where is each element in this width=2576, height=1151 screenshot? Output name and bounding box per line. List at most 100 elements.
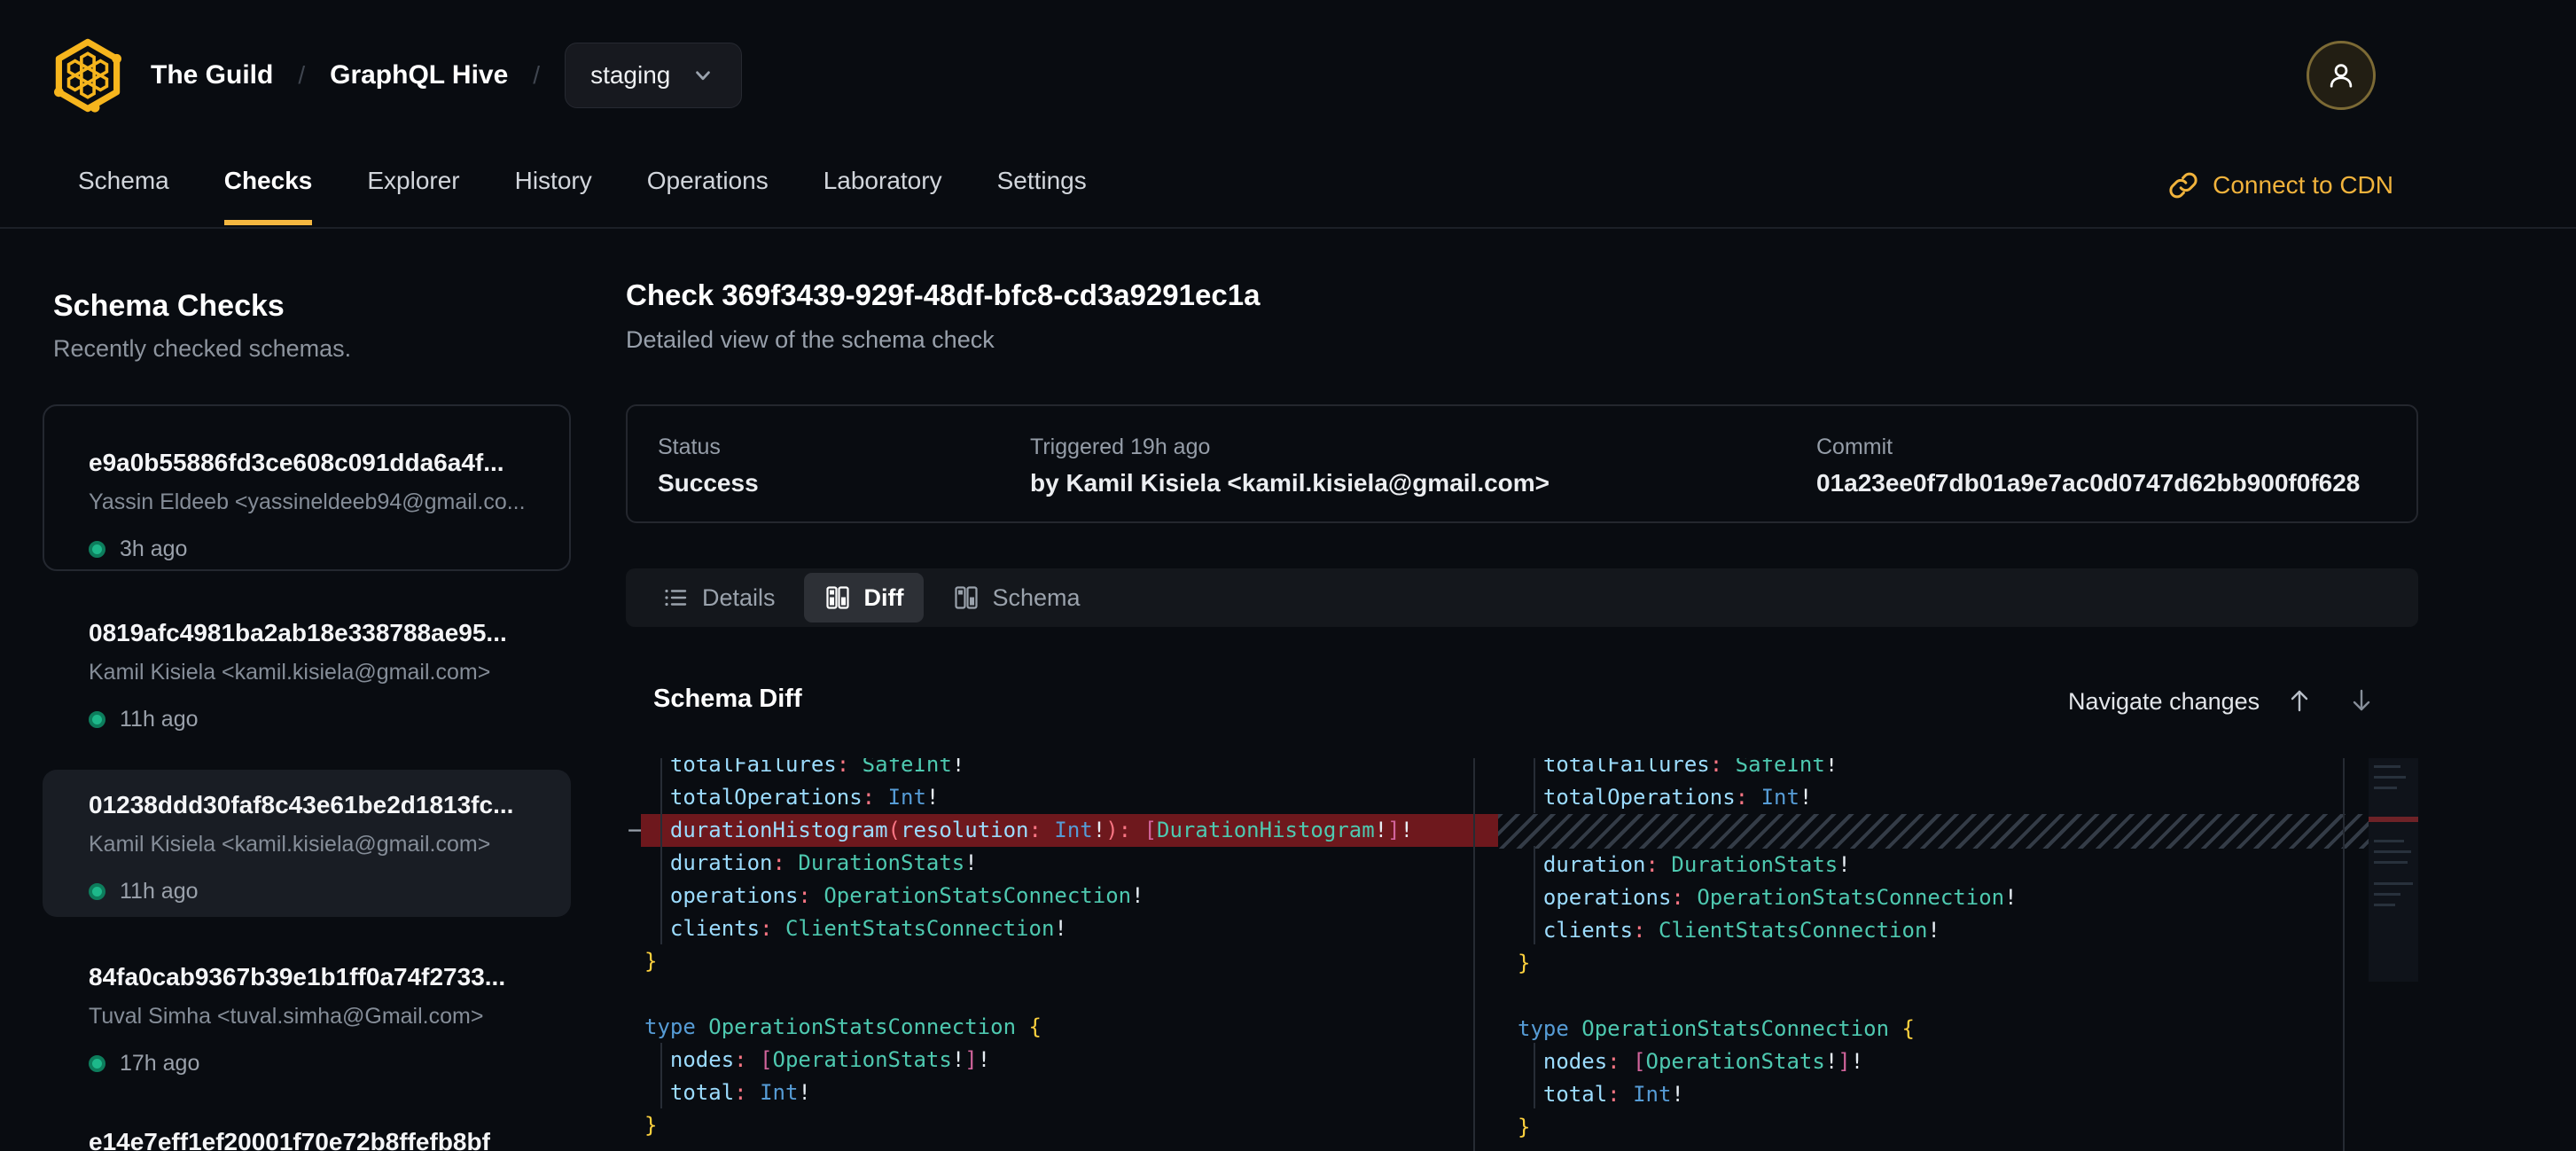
check-author: Kamil Kisiela <kamil.kisiela@gmail.com> bbox=[89, 660, 550, 685]
columns-icon bbox=[952, 583, 980, 612]
check-list-item[interactable]: e9a0b55886fd3ce608c091dda6a4f... Yassin … bbox=[89, 449, 550, 562]
tab-history[interactable]: History bbox=[515, 167, 592, 225]
guild-hive-logo-icon[interactable] bbox=[50, 37, 126, 114]
check-view-tabbar: Details Diff Schema bbox=[626, 568, 2418, 627]
main-nav: Schema Checks Explorer History Operation… bbox=[78, 167, 1087, 225]
project-name[interactable]: GraphQL Hive bbox=[330, 60, 508, 90]
check-hash: 84fa0cab9367b39e1b1ff0a74f2733... bbox=[89, 963, 550, 991]
tab-label: Laboratory bbox=[824, 167, 942, 194]
breadcrumb: The Guild / GraphQL Hive / staging bbox=[50, 35, 742, 115]
triggered-value: by Kamil Kisiela <kamil.kisiela@gmail.co… bbox=[1030, 469, 1550, 497]
list-icon bbox=[661, 583, 690, 612]
code-line: total: Int! bbox=[644, 1077, 1498, 1109]
tab-operations[interactable]: Operations bbox=[647, 167, 769, 225]
diff-modified-pane[interactable]: totalFailures: SafeInt! totalOperations:… bbox=[1498, 758, 2369, 1151]
modified-code: totalFailures: SafeInt! totalOperations:… bbox=[1498, 758, 2369, 1144]
code-line: total: Int! bbox=[1518, 1078, 2369, 1111]
user-avatar[interactable] bbox=[2307, 41, 2376, 110]
code-line: totalOperations: Int! bbox=[644, 781, 1498, 814]
page-subtitle: Detailed view of the schema check bbox=[626, 326, 995, 354]
status-value: Success bbox=[658, 469, 759, 497]
removed-line-marker: − bbox=[628, 814, 642, 847]
code-line: } bbox=[644, 1109, 1498, 1142]
tab-laboratory[interactable]: Laboratory bbox=[824, 167, 942, 225]
tab-checks[interactable]: Checks bbox=[224, 167, 313, 225]
schema-diff-editor: − totalFailures: SafeInt! totalOperation… bbox=[626, 758, 2418, 1151]
org-name[interactable]: The Guild bbox=[151, 60, 273, 90]
chevron-down-icon bbox=[690, 62, 716, 89]
status-dot bbox=[89, 883, 105, 900]
tab-label: Schema bbox=[78, 167, 169, 194]
tab-label: Checks bbox=[224, 167, 313, 194]
status-dot bbox=[89, 1055, 105, 1072]
check-list-item[interactable]: e14e7eff1ef20001f70e72b8ffefb8bf bbox=[89, 1128, 550, 1151]
tab-diff[interactable]: Diff bbox=[804, 573, 924, 622]
page-title: Check 369f3439-929f-48df-bfc8-cd3a9291ec… bbox=[626, 278, 1260, 312]
tab-schema-view[interactable]: Schema bbox=[933, 573, 1100, 622]
arrow-up-icon bbox=[2283, 685, 2315, 716]
check-time: 3h ago bbox=[120, 536, 187, 562]
code-line: } bbox=[1518, 947, 2369, 980]
sidebar-title: Schema Checks bbox=[53, 289, 285, 324]
person-icon bbox=[2324, 59, 2358, 92]
code-line bbox=[644, 978, 1498, 1011]
code-line: totalFailures: SafeInt! bbox=[644, 758, 1498, 781]
minimap-removed-marker bbox=[2369, 817, 2418, 822]
navigate-previous-change-button[interactable] bbox=[2280, 681, 2319, 720]
check-time: 11h ago bbox=[120, 707, 199, 732]
breadcrumb-separator: / bbox=[533, 61, 540, 90]
status-label: Status bbox=[658, 435, 759, 460]
connect-to-cdn-link[interactable]: Connect to CDN bbox=[2168, 170, 2393, 200]
navigate-changes-label: Navigate changes bbox=[2068, 688, 2260, 716]
check-list-item-selected[interactable]: 01238ddd30faf8c43e61be2d1813fc... Kamil … bbox=[89, 791, 550, 904]
code-line: totalOperations: Int! bbox=[1518, 781, 2369, 814]
tab-label: Details bbox=[702, 584, 776, 612]
tab-explorer[interactable]: Explorer bbox=[367, 167, 459, 225]
code-line: } bbox=[644, 945, 1498, 978]
status-dot bbox=[89, 711, 105, 728]
sidebar-subtitle: Recently checked schemas. bbox=[53, 335, 351, 363]
cdn-label: Connect to CDN bbox=[2213, 171, 2393, 200]
check-author: Tuval Simha <tuval.simha@Gmail.com> bbox=[89, 1004, 550, 1030]
original-code: totalFailures: SafeInt! totalOperations:… bbox=[626, 758, 1498, 1142]
target-selector[interactable]: staging bbox=[565, 43, 742, 108]
code-line: totalFailures: SafeInt! bbox=[1518, 758, 2369, 781]
breadcrumb-separator: / bbox=[298, 61, 305, 90]
status-dot bbox=[89, 541, 105, 558]
diff-original-pane[interactable]: − totalFailures: SafeInt! totalOperation… bbox=[626, 758, 1498, 1151]
code-line: nodes: [OperationStats!]! bbox=[1518, 1045, 2369, 1078]
check-status-card: Status Success Triggered 19h ago by Kami… bbox=[626, 404, 2418, 523]
tab-label: History bbox=[515, 167, 592, 194]
code-line bbox=[1518, 980, 2369, 1013]
check-hash: e9a0b55886fd3ce608c091dda6a4f... bbox=[89, 449, 550, 477]
target-selector-value: staging bbox=[590, 61, 670, 90]
check-time: 11h ago bbox=[120, 879, 199, 904]
code-line: clients: ClientStatsConnection! bbox=[644, 912, 1498, 945]
tab-label: Diff bbox=[864, 584, 904, 612]
code-line: duration: DurationStats! bbox=[644, 847, 1498, 880]
tab-label: Settings bbox=[997, 167, 1087, 194]
code-line: duration: DurationStats! bbox=[1518, 849, 2369, 881]
tab-details[interactable]: Details bbox=[642, 573, 795, 622]
navigate-next-change-button[interactable] bbox=[2342, 681, 2381, 720]
link-icon bbox=[2168, 170, 2198, 200]
check-list-item[interactable]: 84fa0cab9367b39e1b1ff0a74f2733... Tuval … bbox=[89, 963, 550, 1077]
arrow-down-icon bbox=[2346, 685, 2377, 716]
schema-diff-heading: Schema Diff bbox=[653, 685, 802, 714]
check-author: Kamil Kisiela <kamil.kisiela@gmail.com> bbox=[89, 832, 550, 857]
triggered-column: Triggered 19h ago by Kamil Kisiela <kami… bbox=[1030, 406, 1550, 521]
minimap[interactable] bbox=[2369, 758, 2418, 982]
code-line: nodes: [OperationStats!]! bbox=[644, 1044, 1498, 1077]
code-line bbox=[1498, 814, 2369, 849]
check-hash: 01238ddd30faf8c43e61be2d1813fc... bbox=[89, 791, 550, 819]
tab-schema[interactable]: Schema bbox=[78, 167, 169, 225]
code-line: clients: ClientStatsConnection! bbox=[1518, 914, 2369, 947]
indent-guide bbox=[660, 758, 662, 944]
check-time: 17h ago bbox=[120, 1051, 199, 1077]
tab-label: Operations bbox=[647, 167, 769, 194]
indent-guide bbox=[1534, 1043, 1535, 1108]
code-line: operations: OperationStatsConnection! bbox=[1518, 881, 2369, 914]
commit-value: 01a23ee0f7db01a9e7ac0d0747d62bb900f0f628 bbox=[1816, 469, 2360, 497]
check-list-item[interactable]: 0819afc4981ba2ab18e338788ae95... Kamil K… bbox=[89, 619, 550, 732]
tab-settings[interactable]: Settings bbox=[997, 167, 1087, 225]
